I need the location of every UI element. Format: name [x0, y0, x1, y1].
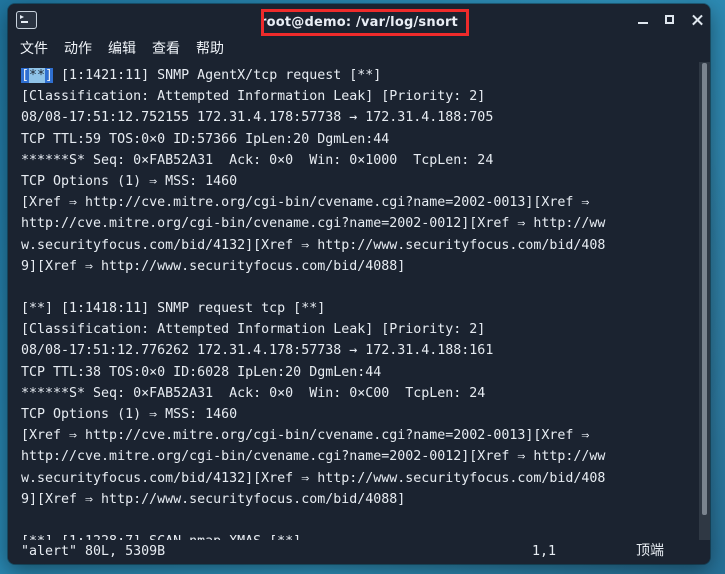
terminal-line: 08/08-17:51:12.776262 172.31.4.178:57738…: [21, 343, 494, 359]
terminal-line: TCP Options (1) ⇒ MSS: 1460: [21, 173, 238, 189]
terminal-line: 9][Xref ⇒ http://www.securityfocus.com/b…: [21, 258, 406, 274]
red-annotation-box: [261, 9, 469, 36]
window-title: root@demo: /var/log/snort: [260, 14, 458, 30]
search-match-highlight: **: [29, 68, 46, 83]
terminal-scrollbar[interactable]: [699, 62, 710, 540]
terminal-line: 08/08-17:51:12.752155 172.31.4.178:57738…: [21, 110, 494, 126]
terminal-line: w.securityfocus.com/bid/4132][Xref ⇒ htt…: [21, 470, 606, 486]
terminal-line: http://cve.mitre.org/cgi-bin/cvename.cgi…: [21, 449, 606, 465]
terminal-screen[interactable]: [**] [1:1421:11] SNMP AgentX/tcp request…: [8, 62, 699, 540]
terminal-line: TCP TTL:59 TOS:0×0 ID:57366 IpLen:20 Dgm…: [21, 131, 390, 147]
terminal-line: [**] [1:1228:7] SCAN nmap XMAS [**]: [21, 531, 699, 540]
terminal-line: [Xref ⇒ http://cve.mitre.org/cgi-bin/cve…: [21, 195, 590, 211]
terminal-line: 9][Xref ⇒ http://www.securityfocus.com/b…: [21, 491, 406, 507]
terminal-line: TCP Options (1) ⇒ MSS: 1460: [21, 407, 238, 422]
close-icon[interactable]: [690, 13, 704, 27]
terminal-line: w.securityfocus.com/bid/4132][Xref ⇒ htt…: [21, 237, 606, 253]
menu-help[interactable]: 帮助: [196, 42, 224, 56]
window-title-container: root@demo: /var/log/snort: [8, 11, 710, 30]
terminal-lines: [Classification: Attempted Information L…: [21, 86, 699, 540]
menu-bar[interactable]: 文件 动作 编辑 查看 帮助: [8, 36, 710, 62]
menu-actions[interactable]: 动作: [64, 42, 92, 56]
terminal-icon: [16, 11, 37, 29]
minimize-icon[interactable]: [636, 13, 650, 27]
terminal-area[interactable]: [**] [1:1421:11] SNMP AgentX/tcp request…: [8, 62, 710, 540]
terminal-line: [Xref ⇒ http://cve.mitre.org/cgi-bin/cve…: [21, 428, 590, 444]
scrollbar-thumb[interactable]: [702, 63, 707, 515]
terminal-line: [Classification: Attempted Information L…: [21, 89, 486, 105]
status-file-info: "alert" 80L, 5309B: [21, 544, 166, 559]
status-cursor-position: 1,1: [532, 544, 557, 559]
cursor-bracket-close: ]: [45, 68, 54, 83]
terminal-line: ******S* Seq: 0×FAB52A31 Ack: 0×0 Win: 0…: [21, 385, 486, 401]
terminal-line: http://cve.mitre.org/cgi-bin/cvename.cgi…: [21, 216, 606, 232]
terminal-line: [Classification: Attempted Information L…: [21, 322, 486, 338]
window-titlebar[interactable]: root@demo: /var/log/snort: [8, 4, 710, 36]
menu-edit[interactable]: 编辑: [108, 42, 136, 56]
terminal-window[interactable]: root@demo: /var/log/snort 文件 动作 编辑 查看 帮助…: [8, 4, 710, 564]
menu-view[interactable]: 查看: [152, 42, 180, 56]
vim-status-line: "alert" 80L, 5309B 1,1 顶端: [8, 540, 710, 564]
status-scroll-state: 顶端: [636, 543, 664, 559]
terminal-line: [**] [1:1418:11] SNMP request tcp [**]: [21, 301, 326, 317]
window-controls[interactable]: [636, 4, 704, 36]
terminal-line: ******S* Seq: 0×FAB52A31 Ack: 0×0 Win: 0…: [21, 152, 494, 168]
maximize-icon[interactable]: [663, 13, 677, 27]
cursor-bracket-open: [: [21, 68, 30, 83]
terminal-line-cursor-rest: [1:1421:11] SNMP AgentX/tcp request [**]: [53, 68, 382, 83]
terminal-line-cursor: [**] [1:1421:11] SNMP AgentX/tcp request…: [21, 65, 699, 86]
terminal-line: TCP TTL:38 TOS:0×0 ID:6028 IpLen:20 DgmL…: [21, 364, 382, 380]
menu-file[interactable]: 文件: [20, 42, 48, 56]
